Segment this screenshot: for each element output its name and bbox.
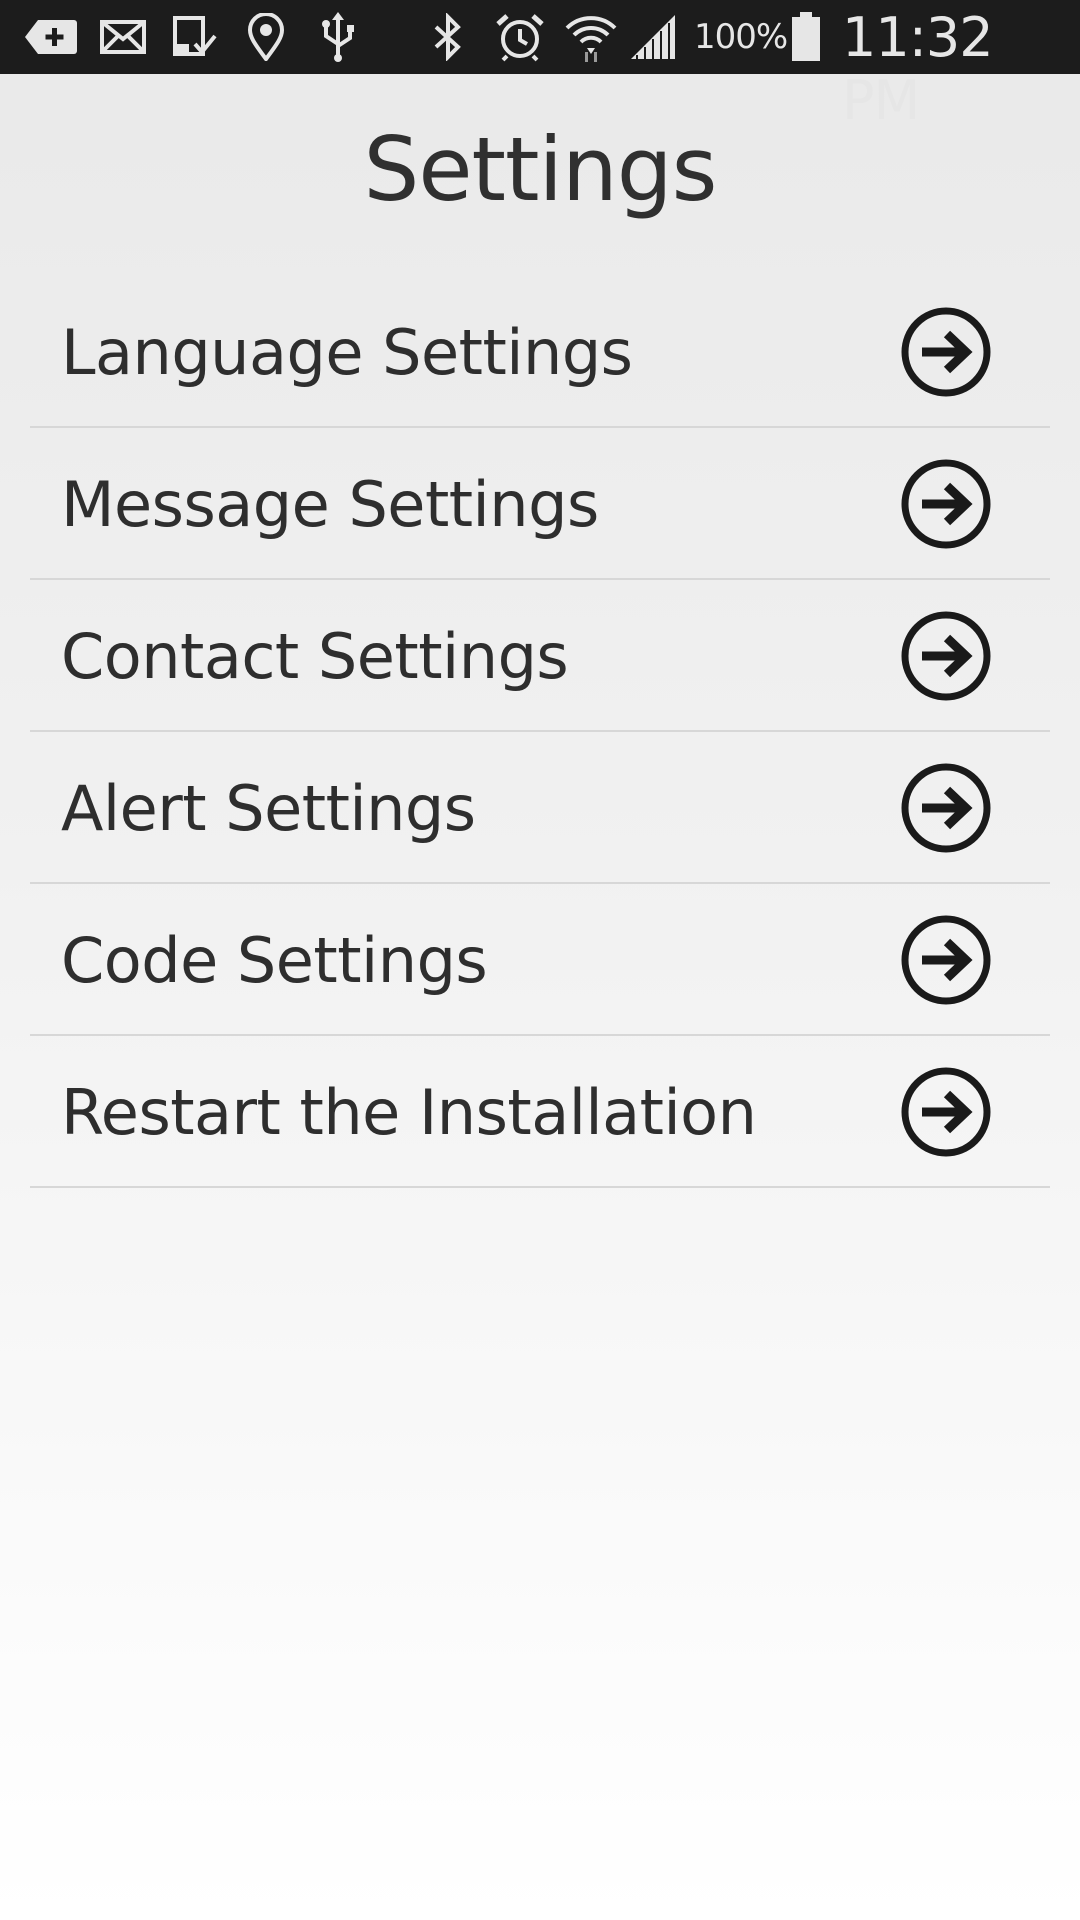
settings-item-restart-installation[interactable]: Restart the Installation	[30, 1036, 1050, 1188]
mail-icon	[98, 12, 148, 62]
arrow-circle-right-icon[interactable]	[900, 458, 992, 550]
settings-item-alert[interactable]: Alert Settings	[30, 732, 1050, 884]
status-clock: 11:32 PM	[842, 6, 994, 132]
arrow-circle-right-icon[interactable]	[900, 610, 992, 702]
status-bar: 100% 11:32 PM	[0, 0, 1080, 132]
signal-icon	[628, 12, 680, 62]
battery-percent: 100%	[694, 17, 788, 57]
arrow-circle-right-icon[interactable]	[900, 914, 992, 1006]
settings-item-label: Message Settings	[61, 468, 599, 541]
settings-item-language[interactable]: Language Settings	[30, 276, 1050, 428]
usb-icon	[318, 12, 358, 62]
bluetooth-icon	[430, 12, 466, 62]
settings-item-label: Restart the Installation	[61, 1076, 757, 1149]
settings-item-message[interactable]: Message Settings	[30, 428, 1050, 580]
page-title: Settings	[363, 118, 718, 221]
wifi-icon	[564, 12, 618, 62]
settings-item-label: Language Settings	[61, 316, 633, 389]
location-pin-icon	[244, 12, 288, 62]
settings-item-label: Alert Settings	[61, 772, 476, 845]
settings-item-contact[interactable]: Contact Settings	[30, 580, 1050, 732]
settings-item-label: Code Settings	[61, 924, 488, 997]
settings-item-label: Contact Settings	[61, 620, 569, 693]
arrow-circle-right-icon[interactable]	[900, 306, 992, 398]
alarm-icon	[494, 12, 546, 62]
add-box-icon	[22, 12, 80, 62]
settings-item-code[interactable]: Code Settings	[30, 884, 1050, 1036]
arrow-circle-right-icon[interactable]	[900, 762, 992, 854]
settings-list: Language Settings Message Settings Conta…	[30, 276, 1050, 1188]
battery-icon	[788, 12, 824, 62]
download-icon	[170, 12, 218, 62]
arrow-circle-right-icon[interactable]	[900, 1066, 992, 1158]
